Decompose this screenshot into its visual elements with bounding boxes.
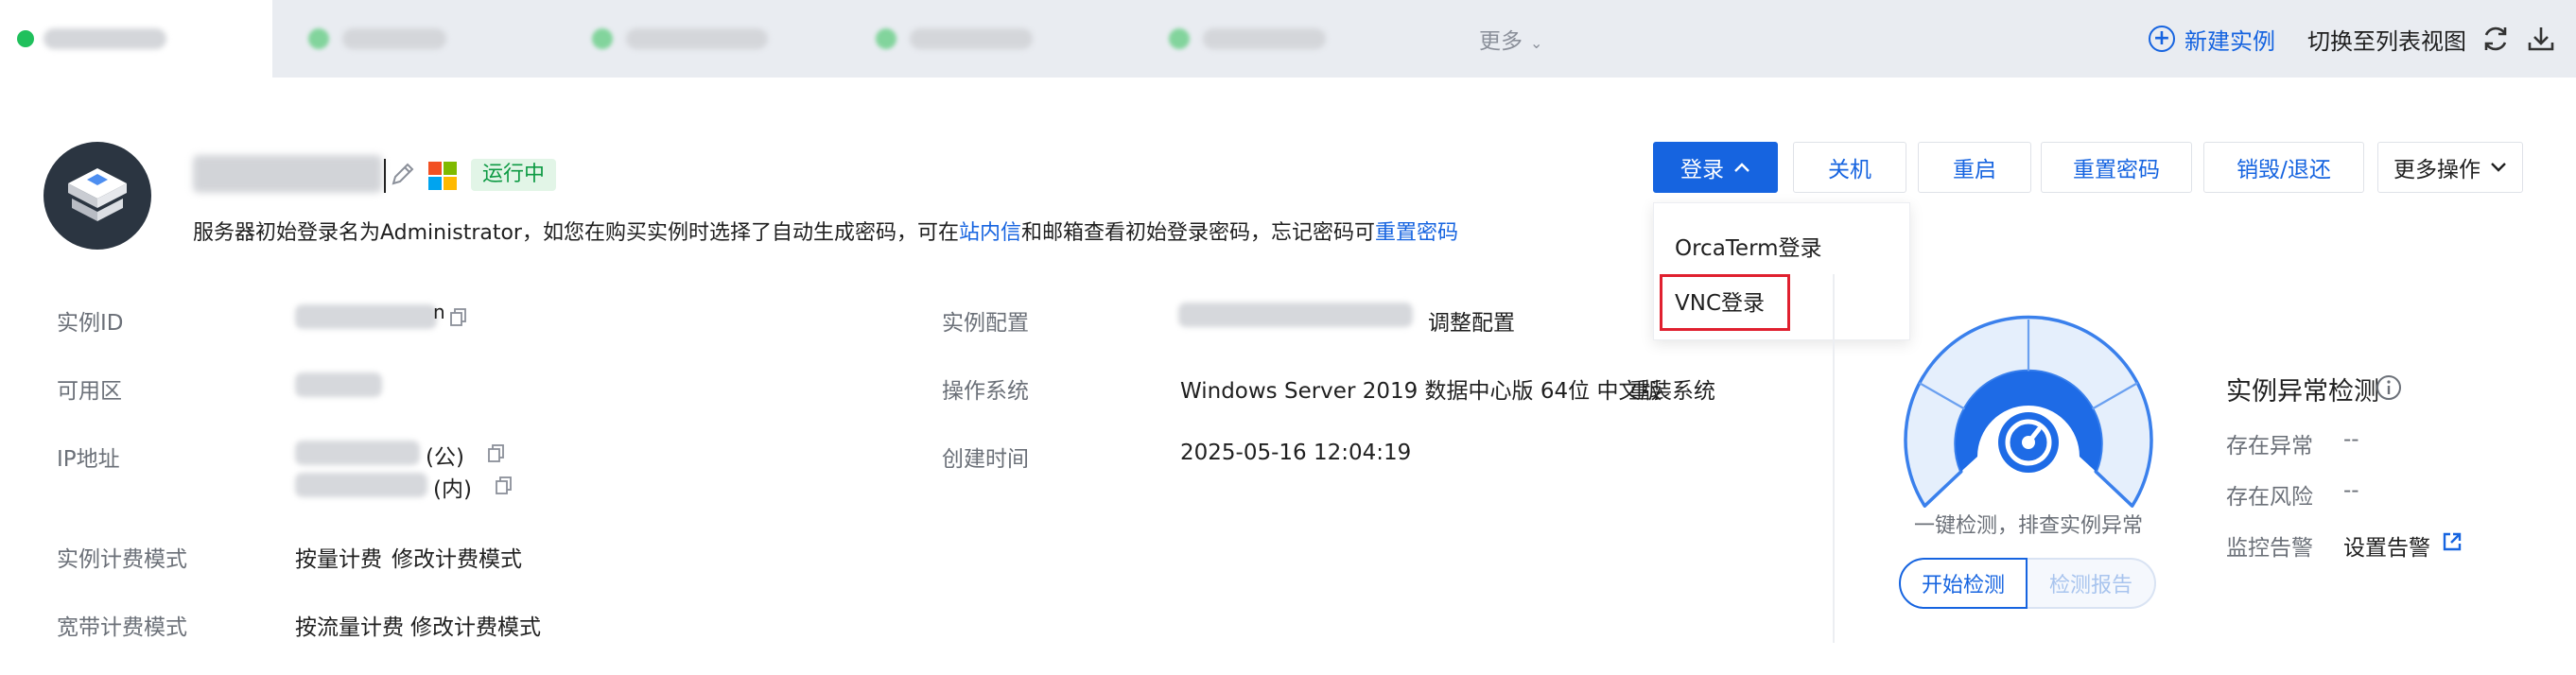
new-instance-button[interactable]: + 新建实例 xyxy=(2149,0,2275,78)
private-ip-suffix: (内) xyxy=(433,477,472,502)
modify-bandwidth-billing-link[interactable]: 修改计费模式 xyxy=(410,609,541,641)
public-ip-redacted xyxy=(295,441,420,465)
switch-view-label: 切换至列表视图 xyxy=(2307,27,2466,55)
tab-instance-name-redacted xyxy=(342,28,446,49)
instance-config-value-redacted xyxy=(1178,303,1413,327)
tab-instance-5[interactable] xyxy=(1135,0,1419,78)
risk-label: 存在风险 xyxy=(2226,485,2313,510)
running-status-dot xyxy=(1169,28,1190,49)
reset-password-link[interactable]: 重置密码 xyxy=(1375,221,1458,245)
reinstall-system-link[interactable]: 重装系统 xyxy=(1628,372,1715,405)
refresh-icon[interactable] xyxy=(2480,23,2512,55)
billing-mode-value: 按量计费 xyxy=(295,547,382,572)
running-status-dot xyxy=(876,28,896,49)
tab-instance-name-redacted xyxy=(44,28,166,49)
tab-instance-4[interactable] xyxy=(842,0,1125,78)
tab-instance-2[interactable] xyxy=(274,0,558,78)
anomaly-detection-title: 实例异常检测 xyxy=(2226,377,2379,407)
notice-text: 服务器初始登录名为Administrator，如您在购买实例时选择了自动生成密码… xyxy=(193,221,959,245)
tab-current-instance[interactable] xyxy=(0,0,272,78)
shutdown-button[interactable]: 关机 xyxy=(1793,142,1906,193)
zone-value-redacted xyxy=(295,372,382,397)
more-actions-label: 更多操作 xyxy=(2393,158,2480,182)
os-value: Windows Server 2019 数据中心版 64位 中文版 xyxy=(1180,379,1662,404)
private-ip-redacted xyxy=(295,473,427,497)
vnc-login-highlight-box xyxy=(1660,274,1790,331)
chevron-up-icon xyxy=(1734,163,1749,172)
instance-tab-bar: 更多 ⌄ + 新建实例 切换至列表视图 xyxy=(0,0,2576,78)
destroy-return-button[interactable]: 销毁/退还 xyxy=(2203,142,2364,193)
monitor-alarm-label: 监控告警 xyxy=(2226,536,2313,561)
start-check-button[interactable]: 开始检测 xyxy=(1899,558,2028,609)
windows-logo-icon xyxy=(428,162,457,190)
more-actions-button[interactable]: 更多操作 xyxy=(2377,142,2523,193)
health-gauge xyxy=(1904,315,2153,508)
set-alarm-link[interactable]: 设置告警 xyxy=(2343,529,2430,562)
notice-text: 和邮箱查看初始登录密码，忘记密码可 xyxy=(1021,221,1376,245)
tab-instance-name-redacted xyxy=(1203,28,1326,49)
external-link-icon[interactable] xyxy=(2442,531,2463,552)
new-instance-label: 新建实例 xyxy=(2184,27,2275,55)
gauge-caption: 一键检测，排查实例异常 xyxy=(1914,514,2144,538)
public-ip-suffix: (公) xyxy=(426,445,464,470)
exception-label: 存在异常 xyxy=(2226,434,2313,459)
more-tabs-label: 更多 xyxy=(1479,29,1523,54)
running-status-dot xyxy=(592,28,613,49)
instance-avatar xyxy=(44,142,151,250)
tab-instance-name-redacted xyxy=(626,28,768,49)
chevron-down-icon: ⌄ xyxy=(1530,34,1543,52)
copy-icon[interactable] xyxy=(488,444,505,463)
chevron-down-icon xyxy=(2491,163,2506,172)
site-message-link[interactable]: 站内信 xyxy=(959,221,1021,245)
switch-list-view-button[interactable]: 切换至列表视图 xyxy=(2307,0,2466,78)
more-tabs-dropdown[interactable]: 更多 ⌄ xyxy=(1479,23,1542,55)
check-report-button[interactable]: 检测报告 xyxy=(2028,558,2156,609)
login-button[interactable]: 登录 xyxy=(1653,142,1778,193)
server-stack-icon xyxy=(68,168,127,221)
text-cursor xyxy=(384,159,386,193)
risk-value: -- xyxy=(2343,478,2359,503)
modify-billing-link[interactable]: 修改计费模式 xyxy=(392,541,522,573)
tab-instance-name-redacted xyxy=(910,28,1033,49)
exception-value: -- xyxy=(2343,427,2359,452)
plus-circle-icon: + xyxy=(2149,26,2175,52)
tab-instance-3[interactable] xyxy=(558,0,842,78)
billing-mode-label: 实例计费模式 xyxy=(57,547,187,572)
bandwidth-billing-value: 按流量计费 xyxy=(295,615,404,640)
status-badge: 运行中 xyxy=(471,159,557,191)
instance-name-redacted xyxy=(193,155,382,193)
health-check-actions: 开始检测 检测报告 xyxy=(1899,558,2156,609)
edit-pencil-icon[interactable] xyxy=(390,161,414,187)
instance-config-label: 实例配置 xyxy=(942,311,1029,336)
instance-id-value-redacted xyxy=(295,304,437,329)
bandwidth-billing-label: 宽带计费模式 xyxy=(57,615,187,640)
instance-id-tail: n xyxy=(433,301,445,323)
copy-icon[interactable] xyxy=(450,308,467,327)
copy-icon[interactable] xyxy=(496,476,513,495)
instance-id-label: 实例ID xyxy=(57,311,124,336)
os-label: 操作系统 xyxy=(942,379,1029,404)
download-icon[interactable] xyxy=(2525,23,2557,55)
ip-address-label: IP地址 xyxy=(57,447,120,472)
zone-label: 可用区 xyxy=(57,379,122,404)
created-time-value: 2025-05-16 12:04:19 xyxy=(1180,441,1412,465)
info-icon[interactable] xyxy=(2376,374,2402,401)
reset-password-button[interactable]: 重置密码 xyxy=(2041,142,2192,193)
running-status-dot xyxy=(17,30,34,47)
login-notice: 服务器初始登录名为Administrator，如您在购买实例时选择了自动生成密码… xyxy=(193,216,1458,246)
login-button-label: 登录 xyxy=(1680,158,1724,182)
menu-item-orcaterm-login[interactable]: OrcaTerm登录 xyxy=(1675,230,1822,262)
running-status-dot xyxy=(308,28,329,49)
created-time-label: 创建时间 xyxy=(942,447,1029,472)
adjust-config-link[interactable]: 调整配置 xyxy=(1428,304,1515,337)
section-divider xyxy=(1833,274,1835,643)
restart-button[interactable]: 重启 xyxy=(1918,142,2031,193)
